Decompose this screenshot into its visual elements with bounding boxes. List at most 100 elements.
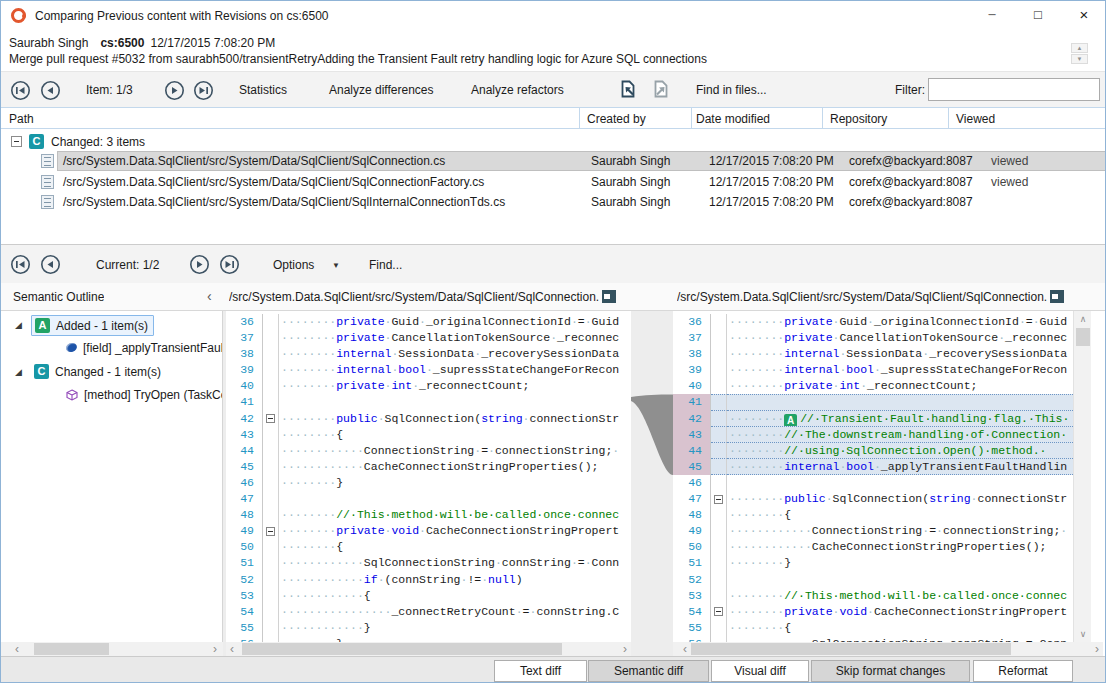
code-text: ············ConnectionString·=·connectio… (279, 443, 631, 459)
first-diff-button[interactable] (10, 254, 31, 275)
collapse-region-icon[interactable] (714, 607, 723, 616)
code-text: ········{ (279, 427, 631, 443)
close-button[interactable]: × (1061, 1, 1106, 31)
changeset-date: 12/17/2015 7:08:20 PM (150, 36, 275, 50)
group-row-changed[interactable]: C Changed: 3 items (1, 131, 1106, 151)
code-text: ········//·This·method·will·be·called·on… (279, 507, 631, 523)
code-line: 45········internal·bool·_applyTransientF… (673, 459, 1073, 475)
export-report-icon[interactable] (618, 79, 638, 102)
outline-item[interactable]: [field] _applyTransientFault (1, 339, 223, 361)
file-row[interactable]: /src/System.Data.SqlClient/src/System/Da… (1, 151, 1106, 172)
semantic-diff-button[interactable]: Semantic diff (588, 660, 709, 682)
analyze-refactors-button[interactable]: Analyze refactors (471, 83, 564, 97)
analyze-differences-button[interactable]: Analyze differences (329, 83, 434, 97)
code-text: ········private·int·_reconnectCount; (727, 378, 1073, 394)
result-horizontal-scrollbar[interactable]: ‹ › (673, 642, 1103, 656)
fold-column (711, 378, 727, 394)
column-header-date-modified[interactable]: Date modified (696, 112, 770, 126)
code-text: ········private·void·CacheConnectionStri… (279, 523, 631, 539)
scroll-right-icon[interactable]: › (623, 642, 627, 656)
statistics-button[interactable]: Statistics (239, 83, 287, 97)
skip-format-changes-button[interactable]: Skip format changes (811, 660, 970, 682)
filter-input[interactable] (928, 78, 1100, 101)
file-repository: corefx@backyard:8087 (849, 175, 973, 189)
collapse-region-icon[interactable] (714, 495, 723, 504)
fold-column (263, 523, 279, 539)
outline-collapse-button[interactable]: ‹ (207, 288, 212, 304)
scroll-left-icon[interactable]: ‹ (15, 642, 19, 656)
next-diff-button[interactable] (189, 254, 210, 275)
code-line: 48········//·This·method·will·be·called·… (226, 507, 631, 523)
scroll-left-icon[interactable]: ‹ (683, 642, 687, 656)
outline-horizontal-scrollbar[interactable]: ‹ › (1, 642, 223, 656)
line-number: 49 (673, 523, 711, 539)
collapse-region-icon[interactable] (266, 414, 275, 423)
scroll-left-icon[interactable]: ‹ (230, 642, 234, 656)
result-vertical-scrollbar[interactable]: ∧ ∨ (1073, 311, 1091, 642)
column-header-path[interactable]: Path (9, 112, 34, 126)
first-item-button[interactable] (10, 80, 31, 101)
file-row[interactable]: /src/System.Data.SqlClient/src/System/Da… (1, 192, 1106, 213)
changed-badge: C (29, 134, 44, 149)
find-in-files-button[interactable]: Find in files... (696, 83, 767, 97)
code-line: 36········private·Guid·_originalConnecti… (226, 314, 631, 330)
outline-group-added[interactable]: ◢ A Added - 1 item(s) (1, 315, 223, 337)
result-pane-maximize-icon[interactable] (1050, 290, 1064, 303)
source-pane-maximize-icon[interactable] (602, 290, 616, 303)
outline-item-label: Added - 1 item(s) (56, 319, 148, 333)
items-toolbar: Item: 1/3 Statistics Analyze differences… (1, 71, 1106, 107)
scroll-down-icon[interactable]: ∨ (1074, 629, 1092, 639)
added-badge: A (35, 318, 50, 333)
fold-column (263, 491, 279, 507)
file-created-by: Saurabh Singh (591, 154, 670, 168)
message-scroll-down[interactable]: ▼ (1071, 54, 1088, 64)
scroll-up-icon[interactable]: ∧ (1074, 314, 1092, 324)
code-line: 47 (226, 491, 631, 507)
changeset-header: Saurabh Singhcs:650012/17/2015 7:08:20 P… (1, 31, 1106, 71)
file-row[interactable]: /src/System.Data.SqlClient/src/System/Da… (1, 172, 1106, 193)
column-header-created-by[interactable]: Created by (587, 112, 646, 126)
visual-diff-button[interactable]: Visual diff (711, 660, 809, 682)
minimize-button[interactable]: ─ (969, 1, 1015, 31)
diff-connector (631, 311, 673, 642)
code-line: 55············} (226, 620, 631, 636)
fold-column (711, 346, 727, 362)
column-header-viewed[interactable]: Viewed (956, 112, 995, 126)
source-horizontal-scrollbar[interactable]: ‹ › (226, 642, 631, 656)
line-number: 46 (226, 475, 263, 491)
maximize-button[interactable]: □ (1015, 1, 1061, 31)
expanded-triangle-icon[interactable]: ◢ (15, 367, 22, 377)
file-repository: corefx@backyard:8087 (849, 195, 973, 209)
scroll-right-icon[interactable]: › (1095, 642, 1099, 656)
message-scroll-up[interactable]: ▲ (1071, 43, 1088, 53)
last-item-button[interactable] (193, 80, 214, 101)
options-caret-icon[interactable]: ▼ (332, 261, 340, 270)
import-report-icon[interactable] (651, 79, 671, 102)
code-line: 45············CacheConnectionStringPrope… (226, 459, 631, 475)
group-label: Changed: 3 items (51, 135, 145, 149)
column-header-repository[interactable]: Repository (830, 112, 887, 126)
code-line: 43········{ (226, 427, 631, 443)
collapse-group-icon[interactable] (11, 136, 22, 147)
collapse-region-icon[interactable] (266, 527, 275, 536)
scroll-right-icon[interactable]: › (213, 642, 217, 656)
files-table-header: Path Created by Date modified Repository… (1, 107, 1106, 129)
reformat-button[interactable]: Reformat (973, 660, 1073, 682)
text-diff-button[interactable]: Text diff (494, 660, 587, 682)
diff-toolbar: Current: 1/2 Options ▼ Find... (1, 244, 1106, 283)
find-button[interactable]: Find... (369, 258, 402, 272)
outline-group-changed[interactable]: ◢CChanged - 1 item(s) (1, 362, 223, 384)
next-item-button[interactable] (164, 80, 185, 101)
options-button[interactable]: Options (273, 258, 314, 272)
outline-item[interactable]: [method] TryOpen (TaskCo (1, 386, 223, 408)
last-diff-button[interactable] (219, 254, 240, 275)
expanded-triangle-icon[interactable]: ◢ (15, 320, 22, 330)
code-line: 41 (226, 394, 631, 410)
result-code-pane: 36········private·Guid·_originalConnecti… (673, 311, 1073, 642)
previous-diff-button[interactable] (40, 254, 61, 275)
code-text: ············CacheConnectionStringPropert… (727, 539, 1073, 555)
previous-item-button[interactable] (40, 80, 61, 101)
outline-title: Semantic Outline (13, 290, 104, 304)
line-number: 38 (226, 346, 263, 362)
code-text (727, 394, 1073, 410)
